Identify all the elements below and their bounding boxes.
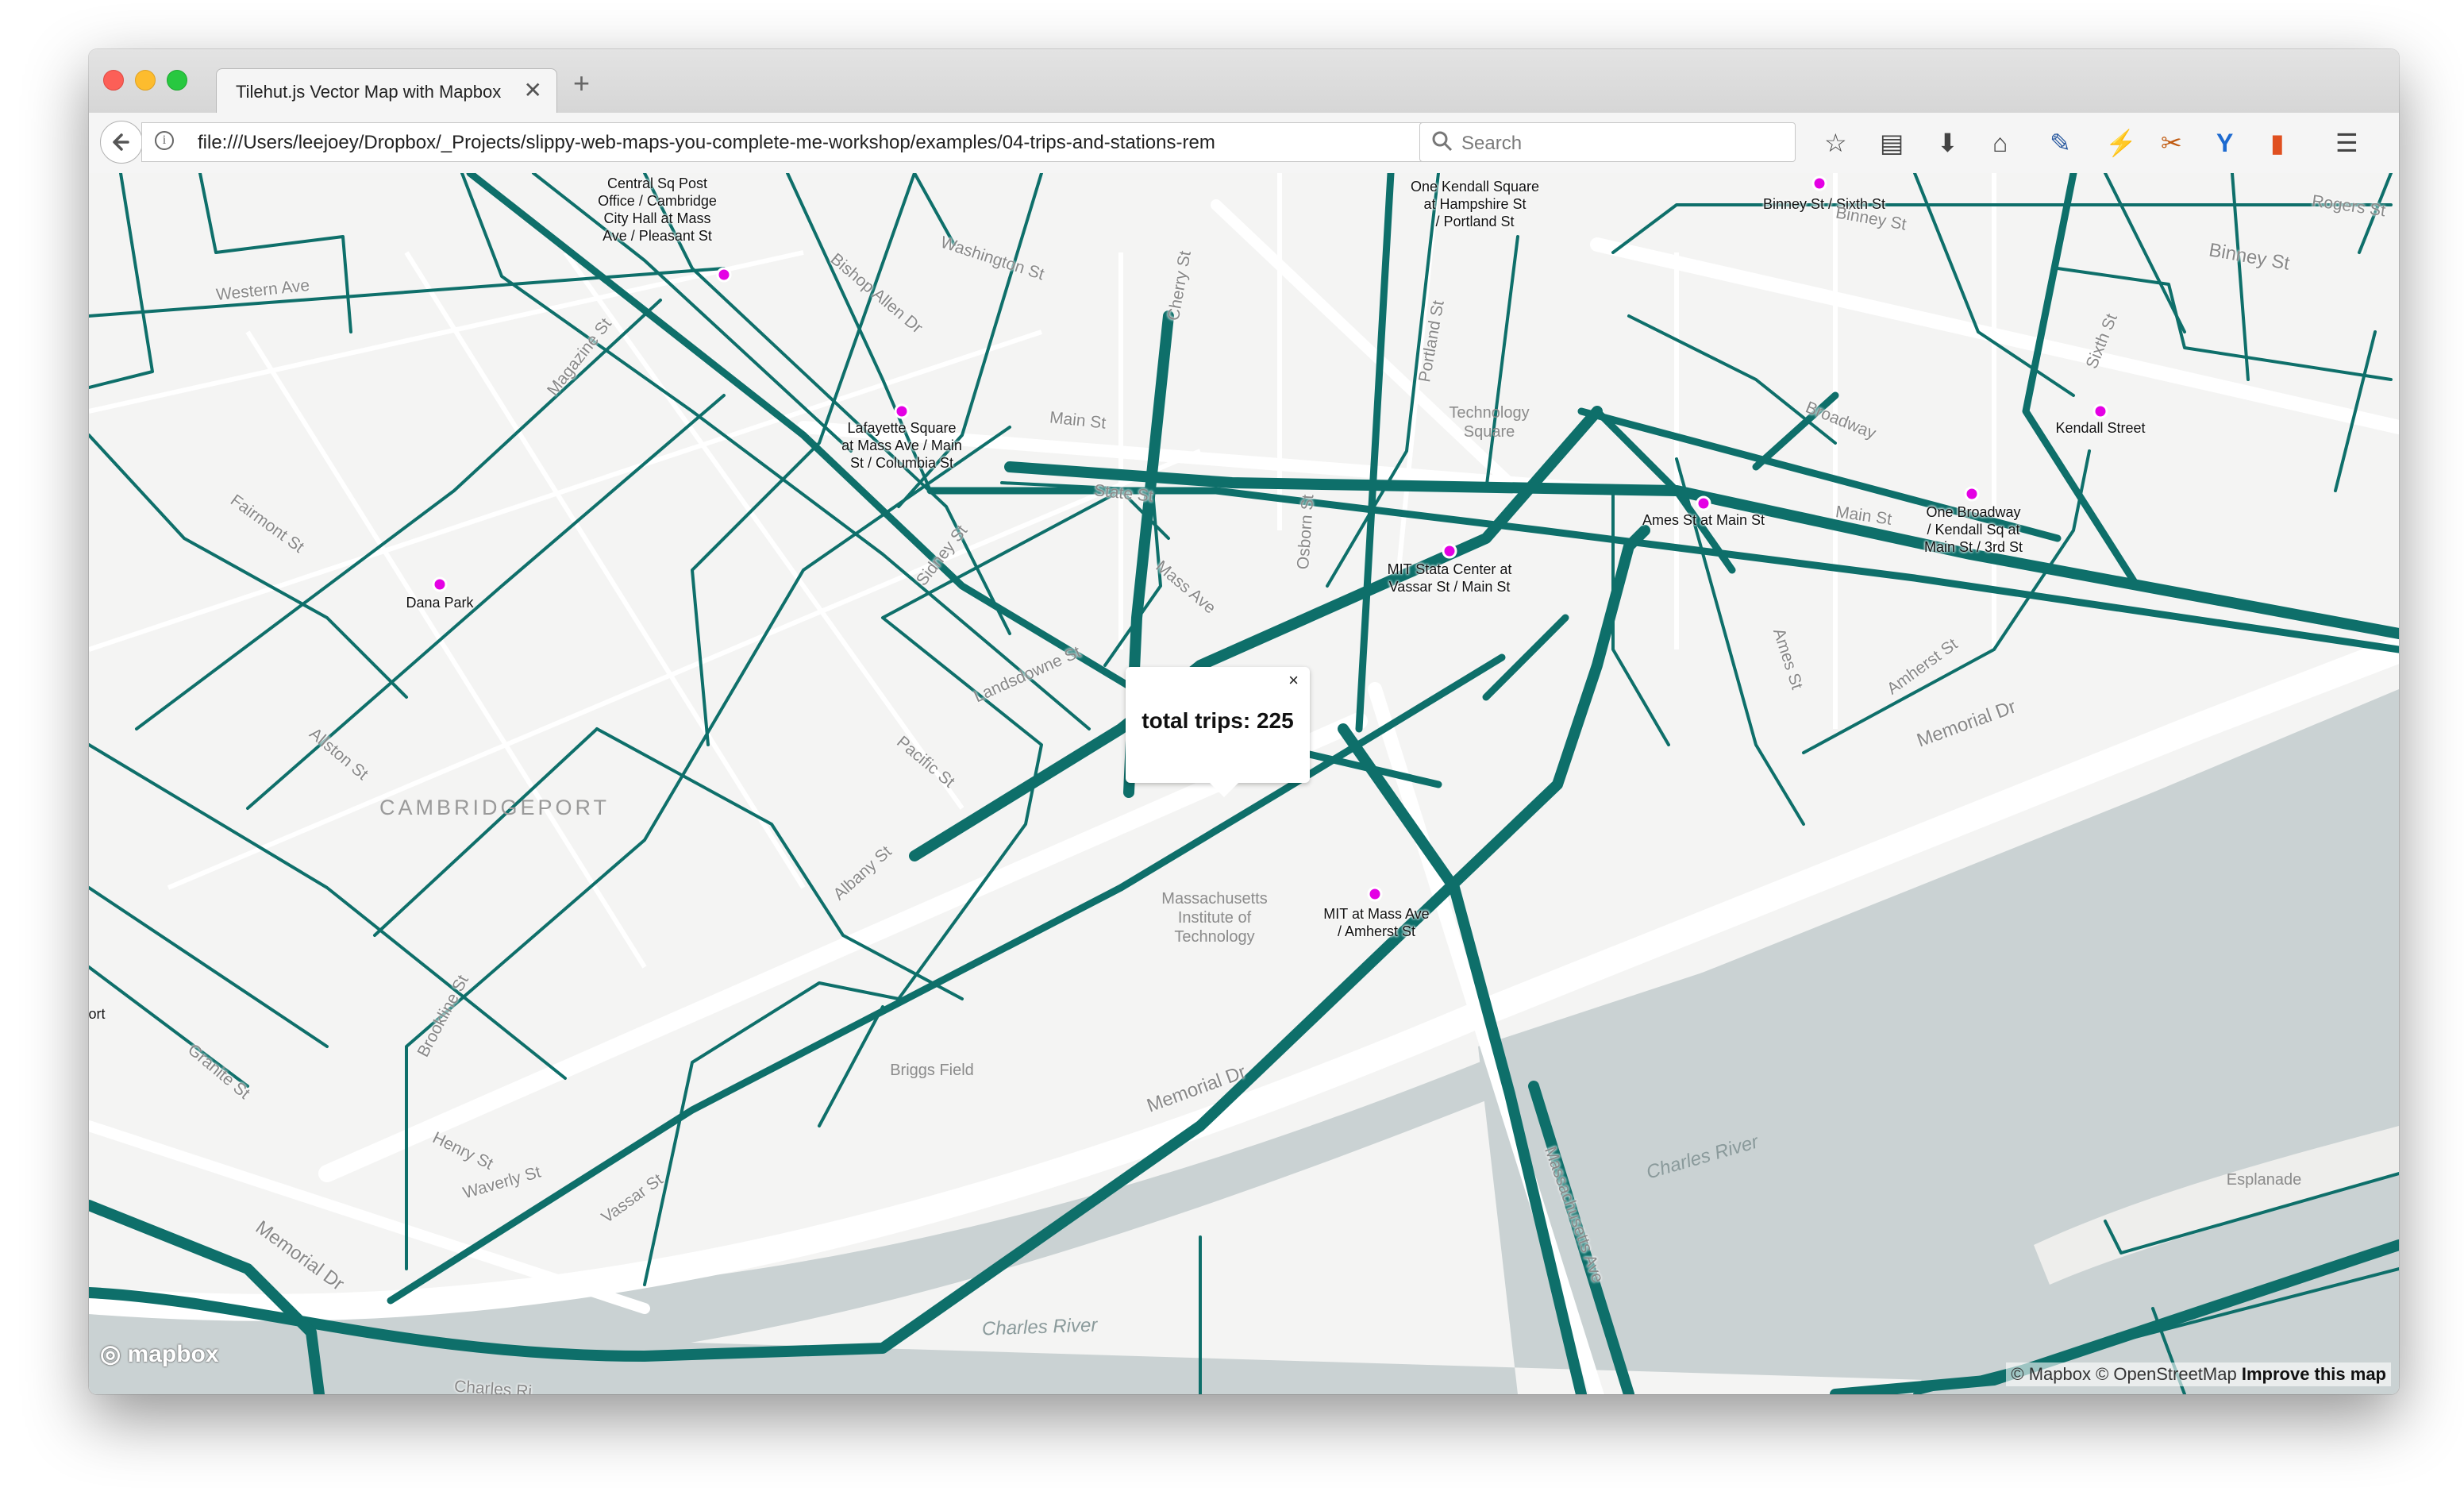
- map-base: [89, 173, 2399, 1394]
- poi-label: Massachusetts Institute of Technology: [1161, 889, 1267, 946]
- mapbox-logo-icon: ◎: [100, 1341, 121, 1367]
- info-icon[interactable]: i: [155, 131, 174, 150]
- station-dot-lafayette: [894, 403, 910, 419]
- maximize-window-button[interactable]: [167, 70, 187, 91]
- poi-label-text: Briggs Field: [890, 1062, 974, 1079]
- station-label: Kendall Street: [2055, 419, 2145, 437]
- poi-label-text: Massachusetts Institute of Technology: [1161, 890, 1268, 946]
- reading-list-icon[interactable]: ▤: [1880, 129, 1904, 157]
- mapbox-logo[interactable]: ◎ mapbox: [100, 1340, 219, 1368]
- menu-icon[interactable]: ☰: [2335, 129, 2358, 157]
- extension-battery-icon[interactable]: ▮: [2270, 129, 2285, 157]
- poi-label: Briggs Field: [890, 1061, 974, 1080]
- extension-icon[interactable]: ⚡: [2105, 129, 2137, 157]
- browser-window: Tilehut.js Vector Map with Mapbox ✕ + i …: [89, 49, 2399, 1394]
- station-label-text: Central Sq Post Office / Cambridge City …: [598, 175, 717, 244]
- station-dot-central-sq: [716, 267, 732, 283]
- station-dot-kendall-street: [2092, 403, 2108, 419]
- new-tab-button[interactable]: +: [573, 67, 590, 100]
- mapbox-logo-text: mapbox: [127, 1341, 219, 1367]
- popup-total-trips: total trips: 225: [1142, 708, 1294, 733]
- station-dot-one-broadway: [1964, 486, 1980, 502]
- station-label: MIT Stata Center at Vassar St / Main St: [1388, 561, 1512, 595]
- eyedropper-icon[interactable]: ✎: [2050, 129, 2071, 157]
- poi-label-text: Esplanade: [2226, 1171, 2302, 1189]
- station-dot-binney-sixth: [1811, 175, 1827, 191]
- screenshot-icon[interactable]: ✂: [2161, 129, 2182, 157]
- search-input[interactable]: Search: [1419, 122, 1796, 162]
- poi-label: Esplanade: [2227, 1170, 2302, 1189]
- home-icon[interactable]: ⌂: [1992, 129, 2008, 157]
- tab-bar: Tilehut.js Vector Map with Mapbox ✕ +: [89, 49, 2399, 114]
- close-tab-icon[interactable]: ✕: [524, 77, 542, 103]
- station-label: Dana Park: [406, 594, 473, 611]
- station-label-text: ort: [89, 1006, 106, 1022]
- station-label-text: Ames St at Main St: [1642, 512, 1765, 528]
- station-dot-dana-park: [432, 576, 448, 592]
- url-text[interactable]: file:///Users/leejoey/Dropbox/_Projects/…: [198, 132, 1373, 154]
- bookmark-star-icon[interactable]: ☆: [1824, 129, 1847, 157]
- station-label: ort: [89, 1005, 106, 1023]
- back-button[interactable]: [100, 121, 143, 164]
- close-window-button[interactable]: [103, 70, 124, 91]
- station-label: One Broadway / Kendall Sq at Main St / 3…: [1924, 503, 2023, 556]
- station-label-text: One Broadway / Kendall Sq at Main St / 3…: [1923, 504, 2023, 555]
- navigation-bar: i file:///Users/leejoey/Dropbox/_Project…: [89, 113, 2399, 174]
- attribution-text[interactable]: © Mapbox © OpenStreetMap: [2011, 1364, 2236, 1384]
- station-label: Lafayette Square at Mass Ave / Main St /…: [841, 419, 962, 472]
- map-canvas[interactable]: Central Sq Post Office / Cambridge City …: [89, 173, 2399, 1394]
- station-label: Ames St at Main St: [1642, 511, 1765, 529]
- station-label-text: MIT at Mass Ave / Amherst St: [1323, 906, 1430, 939]
- trip-popup: × total trips: 225: [1126, 667, 1310, 797]
- station-dot-ames: [1696, 495, 1711, 511]
- tab-title: Tilehut.js Vector Map with Mapbox: [236, 82, 502, 102]
- improve-map-link[interactable]: Improve this map: [2242, 1364, 2386, 1384]
- station-label-text: Dana Park: [406, 595, 474, 611]
- poi-label-text: Technology Square: [1449, 404, 1530, 441]
- station-label-text: MIT Stata Center at Vassar St / Main St: [1387, 561, 1512, 595]
- station-label-text: Lafayette Square at Mass Ave / Main St /…: [841, 420, 962, 471]
- back-arrow-icon: [113, 133, 129, 151]
- download-icon[interactable]: ⬇: [1937, 129, 1958, 157]
- search-placeholder: Search: [1461, 133, 1523, 154]
- tab-active[interactable]: Tilehut.js Vector Map with Mapbox ✕: [216, 68, 557, 114]
- url-bar[interactable]: i file:///Users/leejoey/Dropbox/_Project…: [141, 122, 1469, 162]
- station-label-text: Kendall Street: [2055, 420, 2146, 436]
- area-label: CAMBRIDGEPORT: [379, 796, 610, 819]
- extension-y-icon[interactable]: Y: [2216, 129, 2233, 157]
- map-attribution: © Mapbox © OpenStreetMap Improve this ma…: [2006, 1362, 2391, 1386]
- popup-close-button[interactable]: ×: [1288, 670, 1299, 691]
- station-label: Central Sq Post Office / Cambridge City …: [598, 175, 717, 245]
- station-dot-mit-mass-ave: [1367, 886, 1383, 902]
- water-label: Charles River: [981, 1314, 1098, 1340]
- search-icon: [1432, 131, 1453, 152]
- minimize-window-button[interactable]: [135, 70, 156, 91]
- station-label: One Kendall Square at Hampshire St / Por…: [1411, 178, 1539, 230]
- station-dot-stata: [1442, 543, 1457, 559]
- poi-label: Technology Square: [1449, 403, 1529, 441]
- station-label-text: One Kendall Square at Hampshire St / Por…: [1410, 179, 1540, 229]
- station-label: MIT at Mass Ave / Amherst St: [1323, 905, 1429, 940]
